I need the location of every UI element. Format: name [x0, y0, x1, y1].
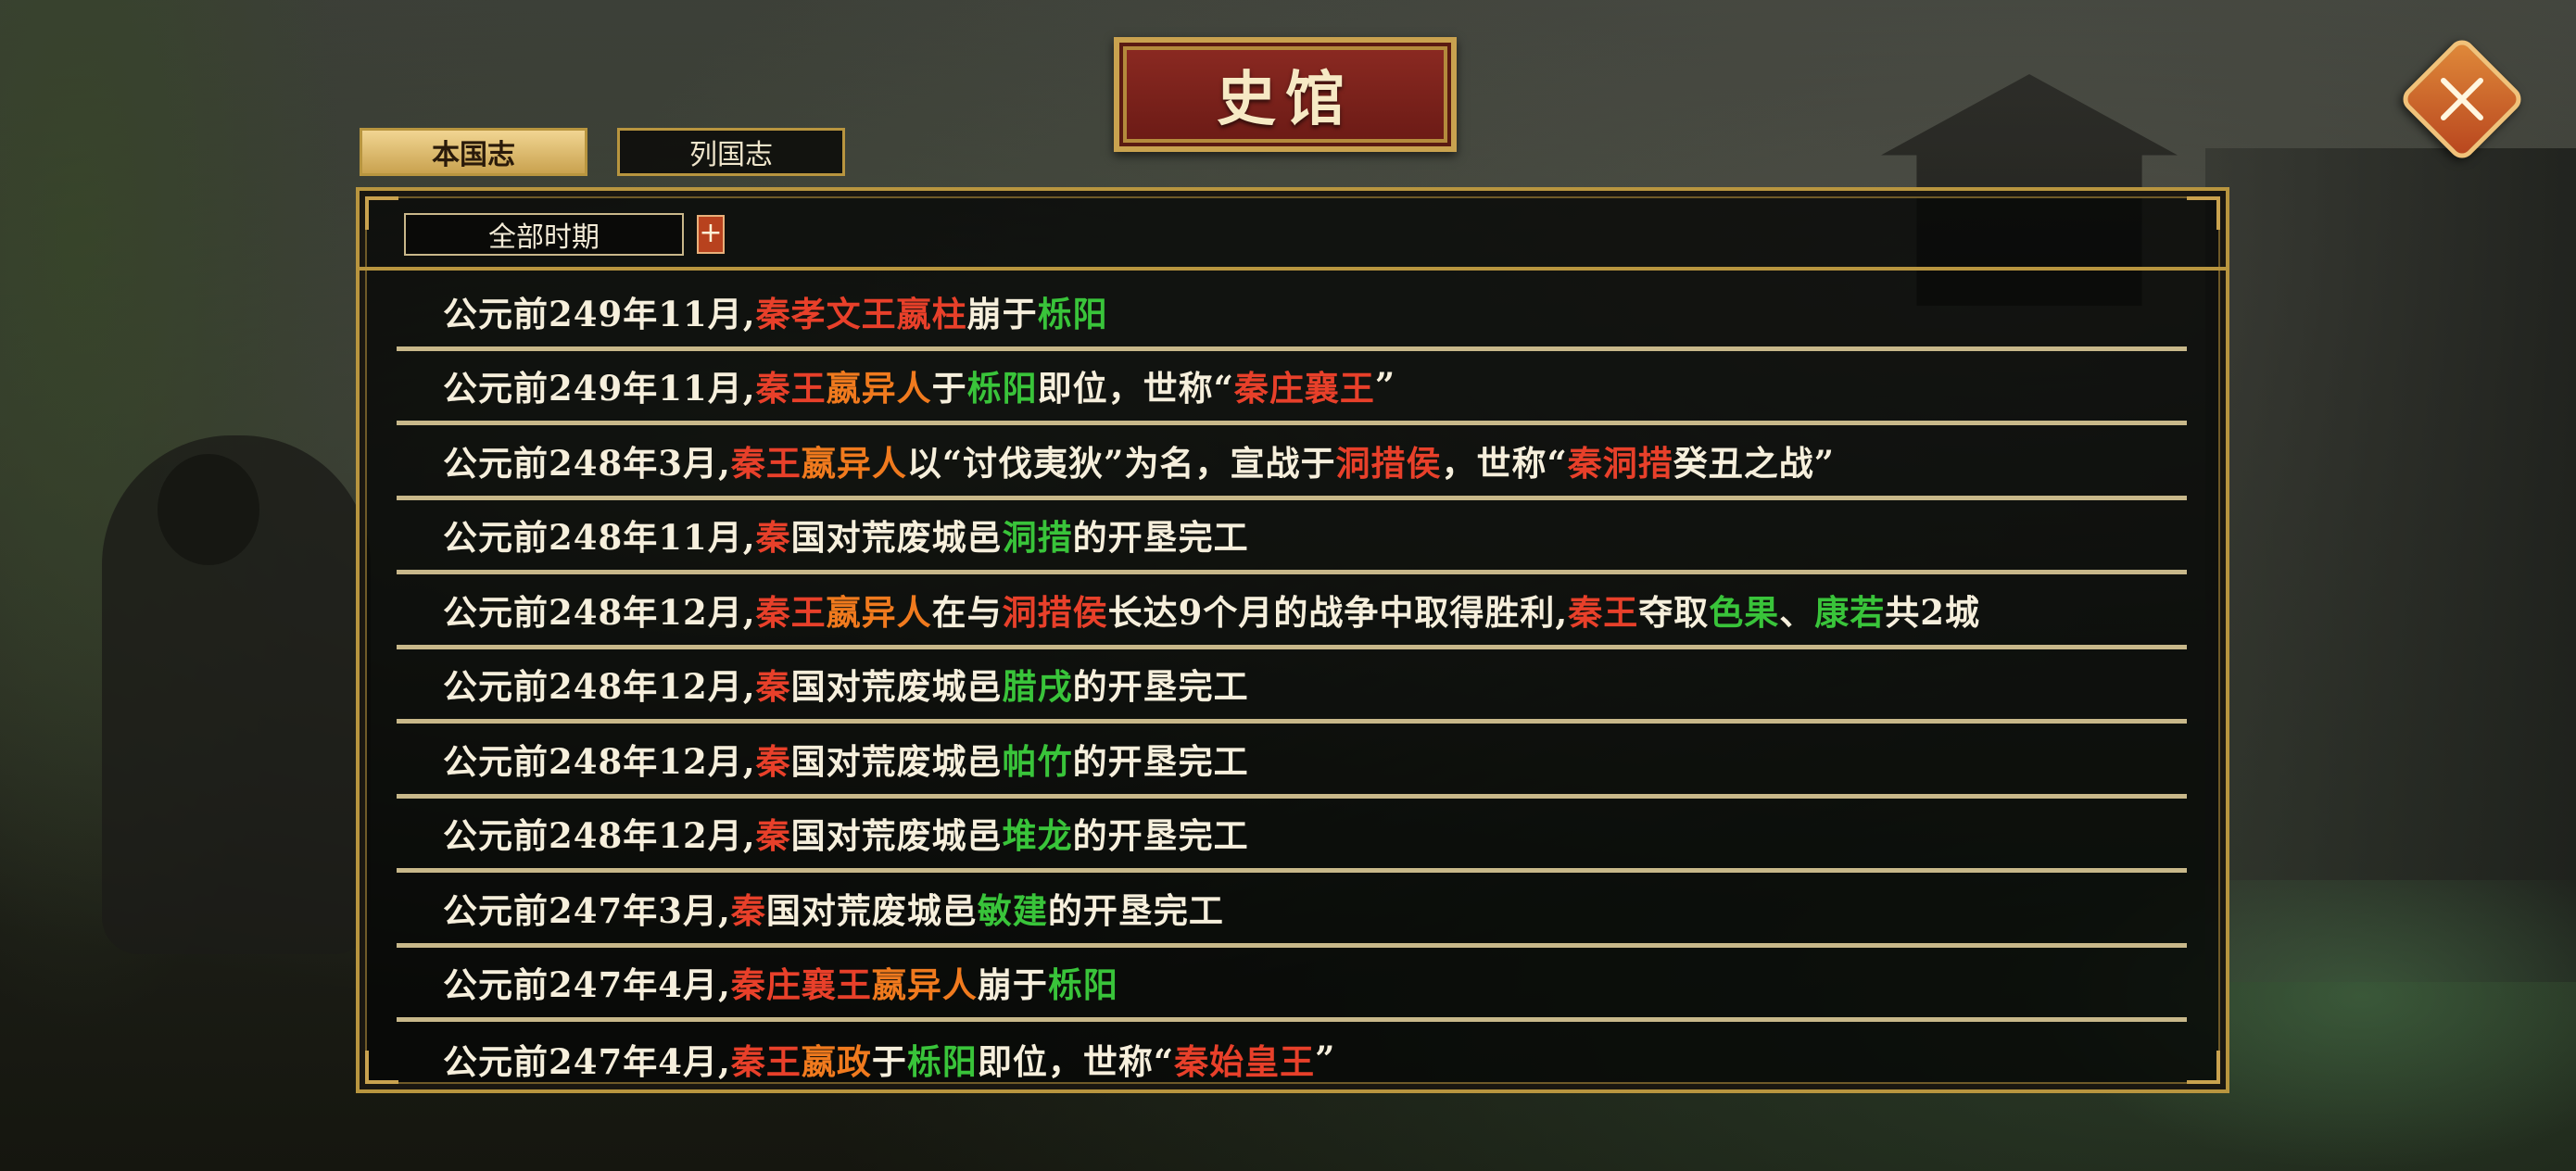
panel-corner-ornament — [2187, 1051, 2220, 1084]
history-entry: 公元前247年4月, 秦庄襄王 嬴异人 崩于 栎阳 — [397, 948, 2187, 1022]
history-entry-segment: 崩于 — [966, 293, 1038, 334]
history-entry-segment: 公元前249年11月, — [443, 368, 756, 409]
history-entry-segment: 嬴异人 — [801, 442, 907, 484]
history-entry: 公元前248年12月, 秦国对荒废城邑 腊戌 的开垦完工 — [397, 649, 2187, 724]
panel-corner-ornament — [365, 1051, 398, 1084]
history-entry-segment: 秦 — [730, 889, 766, 931]
period-select[interactable]: 全部时期 — [404, 213, 684, 256]
history-entry-segment: 公元前248年12月, — [443, 815, 756, 857]
history-entry-segment: 帕竹 — [1002, 740, 1073, 782]
history-entry-segment: 腊戌 — [1002, 666, 1073, 708]
history-entry-segment: 嬴异人 — [826, 368, 932, 409]
history-entry-segment: 长达9个月的战争中取得胜利, — [1107, 591, 1569, 633]
history-entry: 公元前248年12月, 秦王 嬴异人 在与 洞措侯 长达9个月的战争中取得胜利, 秦王 夺取色… — [397, 574, 2187, 649]
history-entry-segment: 公元前248年12月, — [443, 591, 756, 633]
history-entry-segment: ，世称“ — [1441, 442, 1568, 484]
history-entry-segment: 秦王 — [755, 591, 827, 633]
history-entry-segment: 公元前248年12月, — [443, 740, 756, 782]
history-entry-segment: 秦王 — [755, 368, 827, 409]
page-title: 史馆 — [1217, 65, 1354, 134]
history-entry-segment: 公元前249年11月, — [443, 293, 756, 334]
history-entry-segment: 的开垦完工 — [1072, 740, 1249, 782]
history-entry-segment: 秦庄襄王 — [1233, 368, 1375, 409]
history-entry: 公元前248年3月, 秦王 嬴异人 以“讨伐夷狄”为名，宣战于 洞措侯 ，世称“ 秦洞措 癸丑… — [397, 425, 2187, 500]
history-entry-segment: 在与 — [931, 591, 1003, 633]
history-entry-segment: 秦始皇王 — [1174, 1041, 1316, 1083]
history-panel: 全部时期 + 公元前249年11月, 秦孝文王嬴柱 崩于 栎阳 公元前249年11月, 秦… — [356, 187, 2229, 1093]
history-entry-segment: 的开垦完工 — [1072, 815, 1249, 857]
history-entry-segment: 栎阳 — [1047, 964, 1118, 1006]
history-entry-segment: 栎阳 — [966, 368, 1038, 409]
history-entry-segment: 国对荒废城邑 — [790, 740, 1003, 782]
history-entry-segment: 堆龙 — [1002, 815, 1073, 857]
tab-states-history[interactable]: 列国志 — [617, 128, 845, 176]
history-entry: 公元前249年11月, 秦孝文王嬴柱 崩于 栎阳 — [397, 276, 2187, 351]
close-icon[interactable] — [2417, 54, 2507, 145]
history-entry-segment: 秦 — [755, 740, 791, 782]
history-entry-segment: 洞措侯 — [1002, 591, 1108, 633]
history-entry-segment: 秦 — [755, 666, 791, 708]
history-entry-segment: 的开垦完工 — [1072, 666, 1249, 708]
history-entry-segment: 洞措侯 — [1335, 442, 1442, 484]
history-entry-segment: 秦王 — [1568, 591, 1639, 633]
history-entry-segment: 秦王 — [730, 1041, 802, 1083]
history-entry: 公元前247年4月, 秦王 嬴政于栎阳 即位，世称“ 秦始皇王” — [397, 1022, 2187, 1097]
history-entry-segment: 秦 — [755, 517, 791, 559]
history-entry-segment: 嬴政 — [801, 1041, 872, 1083]
history-entry-segment: 洞措 — [1002, 517, 1073, 559]
history-entry-segment: 栎阳 — [1037, 293, 1108, 334]
history-entry-segment: 、 — [1779, 591, 1815, 633]
history-entry-segment: 国对荒废城邑 — [790, 517, 1003, 559]
history-entry-segment: 的开垦完工 — [1072, 517, 1249, 559]
title-plaque: 史馆 — [1114, 37, 1457, 152]
history-entry-segment: 康若 — [1814, 591, 1886, 633]
history-entry-segment: 即位，世称“ — [977, 1041, 1175, 1083]
history-entry-segment: 公元前247年3月, — [443, 889, 731, 931]
history-entry-segment: 即位，世称“ — [1037, 368, 1234, 409]
history-entry-segment: ” — [1374, 365, 1396, 407]
history-entry-segment: 栎阳 — [906, 1041, 978, 1083]
history-entry-segment: 色果 — [1709, 591, 1780, 633]
history-entry: 公元前248年12月, 秦国对荒废城邑 堆龙 的开垦完工 — [397, 799, 2187, 873]
history-entry: 公元前248年12月, 秦国对荒废城邑 帕竹 的开垦完工 — [397, 724, 2187, 799]
background-figure-head — [158, 454, 259, 565]
history-entry-segment: 嬴异人 — [871, 964, 978, 1006]
background-cliff — [2205, 148, 2576, 982]
history-entry-segment: 公元前248年3月, — [443, 442, 731, 484]
history-entry-segment: 嬴异人 — [826, 591, 932, 633]
history-entry-segment: 于 — [931, 368, 967, 409]
history-entry-segment: 公元前248年11月, — [443, 517, 756, 559]
history-entry-segment: 于 — [871, 1041, 907, 1083]
history-entry-segment: 的开垦完工 — [1047, 889, 1224, 931]
history-entry-segment: 敏建 — [977, 889, 1048, 931]
history-entry: 公元前248年11月, 秦国对荒废城邑 洞措 的开垦完工 — [397, 500, 2187, 574]
history-entry-segment: 国对荒废城邑 — [765, 889, 978, 931]
history-entry-segment: 秦 — [755, 815, 791, 857]
history-entry-segment: 共2城 — [1885, 591, 1980, 633]
history-entry: 公元前249年11月, 秦王 嬴异人于栎阳 即位，世称“ 秦庄襄王” — [397, 351, 2187, 425]
history-entry-segment: 秦庄襄王 — [730, 964, 872, 1006]
history-entry-segment: 公元前247年4月, — [443, 964, 731, 1006]
history-log-list[interactable]: 公元前249年11月, 秦孝文王嬴柱 崩于 栎阳 公元前249年11月, 秦王 嬴异人于栎阳… — [397, 276, 2187, 1097]
tab-national-history[interactable]: 本国志 — [360, 128, 587, 176]
history-entry-segment: 夺取 — [1638, 591, 1710, 633]
history-entry-segment: 癸丑之战” — [1673, 442, 1836, 484]
history-entry-segment: ” — [1315, 1039, 1336, 1080]
history-entry-segment: 崩于 — [977, 964, 1048, 1006]
history-entry-segment: 国对荒废城邑 — [790, 666, 1003, 708]
history-entry-segment: 秦孝文王嬴柱 — [755, 293, 967, 334]
history-entry-segment: 秦洞措 — [1567, 442, 1673, 484]
expand-plus-button[interactable]: + — [697, 215, 725, 254]
history-entry-segment: 以“讨伐夷狄”为名，宣战于 — [906, 442, 1336, 484]
history-entry-segment: 国对荒废城邑 — [790, 815, 1003, 857]
history-entry: 公元前247年3月, 秦国对荒废城邑 敏建 的开垦完工 — [397, 873, 2187, 948]
history-entry-segment: 公元前247年4月, — [443, 1041, 731, 1083]
history-entry-segment: 秦王 — [730, 442, 802, 484]
filter-bar: 全部时期 + — [360, 191, 2226, 271]
history-entry-segment: 公元前248年12月, — [443, 666, 756, 708]
